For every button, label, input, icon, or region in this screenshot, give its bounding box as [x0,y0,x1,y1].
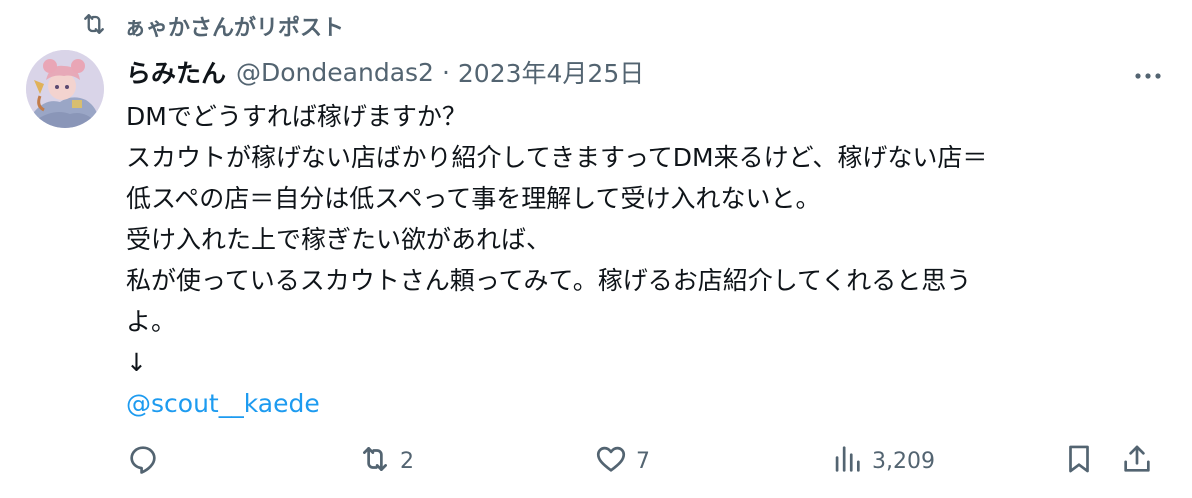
tweet-text-line: ↓ [126,348,147,377]
more-dots-icon [1132,58,1164,87]
views-count: 3,209 [872,448,935,474]
heart-icon [594,442,628,480]
repost-button[interactable]: 2 [358,438,414,484]
user-handle[interactable]: @Dondeandas2 [236,58,434,87]
reply-button[interactable] [126,438,168,484]
repost-header: ぁゃかさんがリポスト [80,8,344,44]
tweet-date[interactable]: 2023年4月25日 [458,54,644,90]
tweet-text-line: 受け入れた上で稼ぎたい欲があれば、 [126,225,552,254]
mention-link[interactable]: @scout__kaede [126,389,320,418]
tweet-text-line: スカウトが稼げない店ばかり紹介してきますってDM来るけど、稼げない店＝ [126,143,988,172]
repost-count: 2 [400,448,414,474]
display-name[interactable]: らみたん [126,54,226,90]
tweet-text-line: よ。 [126,307,177,336]
like-count: 7 [636,448,650,474]
views-bar-chart-icon [830,442,864,480]
views-button[interactable]: 3,209 [830,438,935,484]
repost-icon [358,442,392,480]
separator-dot: · [441,57,450,87]
repost-icon [80,10,108,42]
tweet[interactable]: らみたん @Dondeandas2 · 2023年4月25日 DMでどうすれば稼… [126,52,1166,424]
share-upload-icon [1120,442,1154,480]
bookmark-button[interactable] [1062,438,1096,484]
tweet-actions: 2 7 3,209 [126,438,1166,484]
more-options-button[interactable] [1130,58,1166,86]
avatar[interactable] [26,50,104,128]
tweet-text: DMでどうすれば稼げますか？ スカウトが稼げない店ばかり紹介してきますってDM来… [126,96,1166,424]
reply-icon [126,442,160,480]
tweet-header: らみたん @Dondeandas2 · 2023年4月25日 [126,52,1166,92]
share-button[interactable] [1120,438,1154,484]
tweet-text-line: DMでどうすれば稼げますか？ [126,102,467,131]
like-button[interactable]: 7 [594,438,650,484]
tweet-text-line: 私が使っているスカウトさん頼ってみて。稼げるお店紹介してくれると思う [126,266,972,295]
bookmark-icon [1062,442,1096,480]
repost-label[interactable]: ぁゃかさんがリポスト [124,10,344,42]
tweet-text-line: 低スペの店＝自分は低スペって事を理解して受け入れないと。 [126,184,821,213]
